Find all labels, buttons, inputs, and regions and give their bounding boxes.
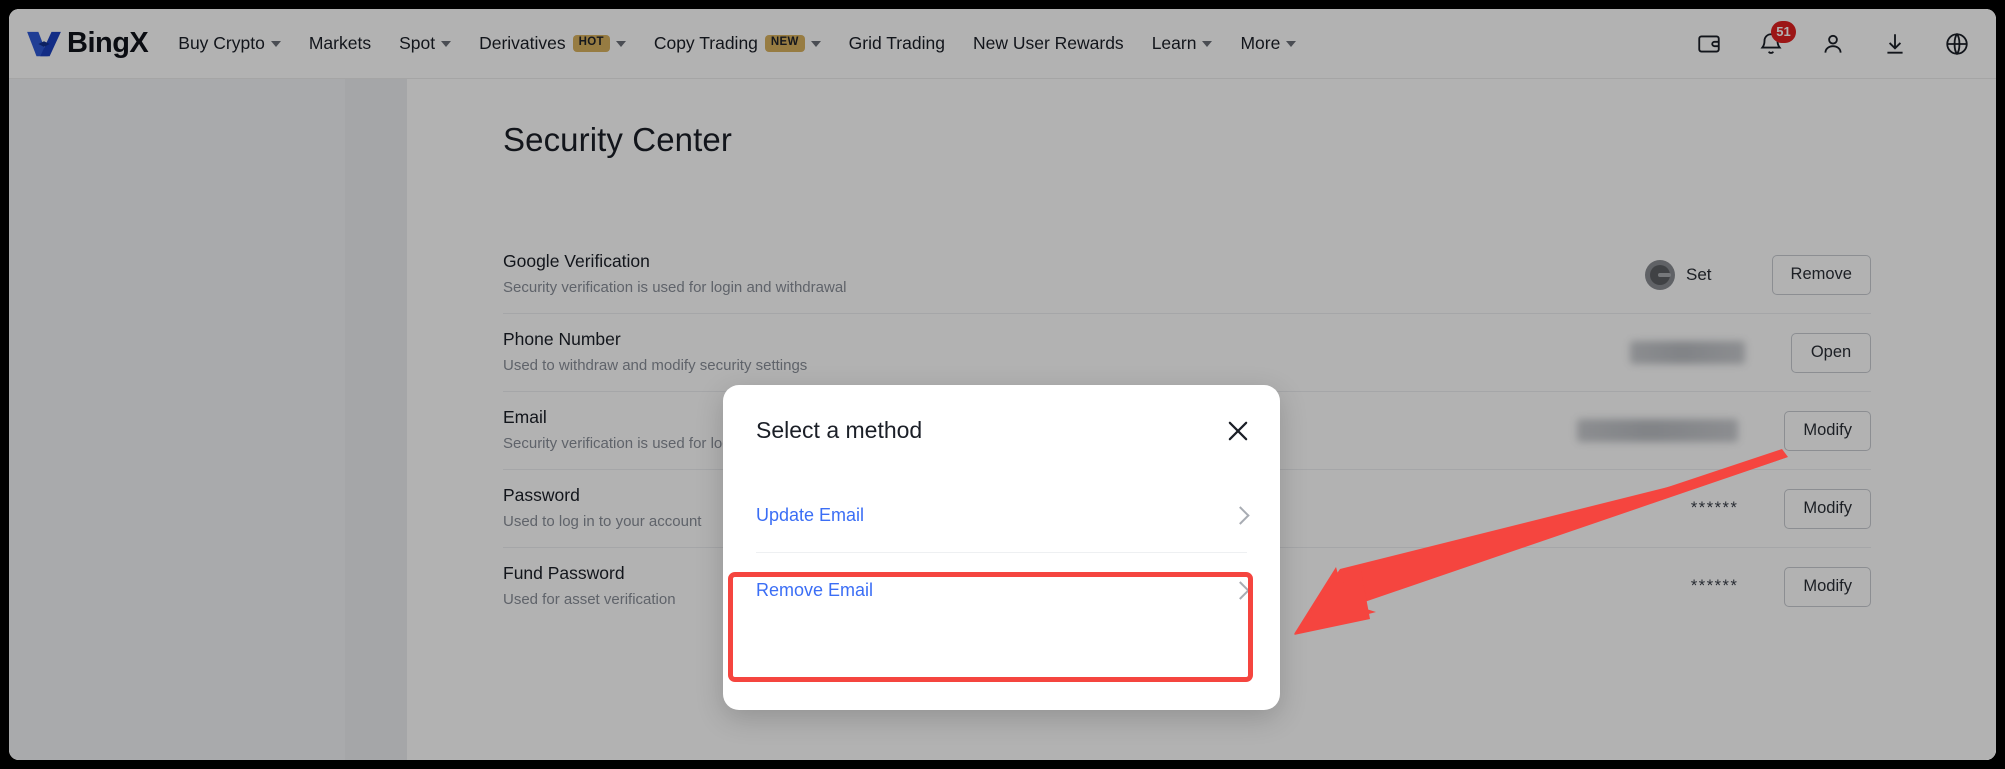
method-options: Update Email Remove Email (723, 478, 1280, 627)
chevron-right-icon (1231, 581, 1249, 599)
option-label: Remove Email (756, 580, 873, 601)
browser-viewport: BingX Buy Crypto Markets Spot Derivative… (9, 9, 1996, 760)
close-icon[interactable] (1224, 417, 1252, 445)
select-method-dialog: Select a method Update Email Remove Emai… (723, 385, 1280, 710)
option-remove-email[interactable]: Remove Email (756, 552, 1247, 627)
modal-title: Select a method (756, 417, 922, 444)
option-label: Update Email (756, 505, 864, 526)
screenshot-root: BingX Buy Crypto Markets Spot Derivative… (0, 0, 2005, 769)
option-update-email[interactable]: Update Email (756, 478, 1247, 552)
chevron-right-icon (1231, 506, 1249, 524)
